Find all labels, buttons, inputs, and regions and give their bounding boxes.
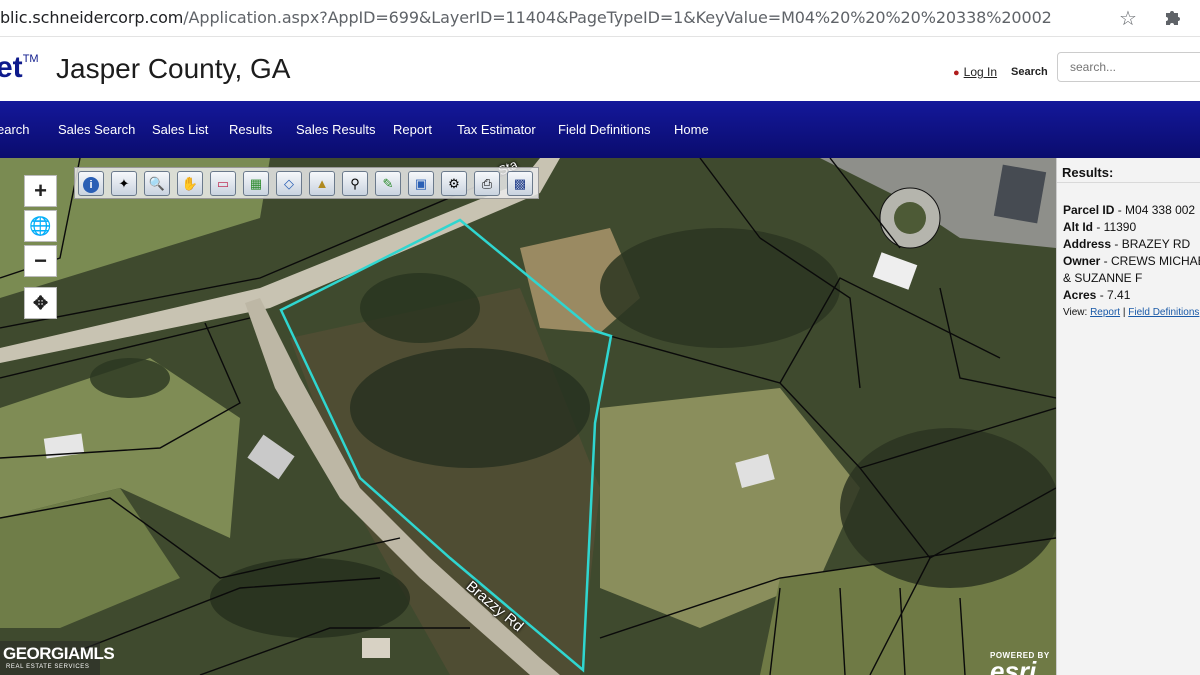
login-link[interactable]: ● Log In [953,65,997,79]
zoom-in-tool-icon[interactable]: 🔍 [144,171,170,196]
georgia-mls-watermark: GEORGIAMLS REAL ESTATE SERVICES [0,641,115,675]
globe-icon[interactable]: 🌐 [24,210,57,242]
acres-row: Acres - 7.41 [1063,288,1131,302]
find-icon[interactable]: ⚲ [342,171,368,196]
map-toolbar: i ✦ 🔍 ✋ ▭ ▦ ◇ ▲ ⚲ ✎ ▣ ⚙ ⎙ ▩ [74,167,539,199]
nav-report[interactable]: Report [393,122,432,137]
crosshair-icon[interactable]: ✥ [24,287,57,319]
eraser-icon[interactable]: ▭ [210,171,236,196]
nav-home[interactable]: Home [674,122,709,137]
buffer-icon[interactable]: ▲ [309,171,335,196]
results-heading: Results: [1062,165,1114,180]
parcel-details: Parcel ID - M04 338 002 Alt Id - 11390 A… [1063,202,1200,321]
alt-id-row: Alt Id - 11390 [1063,220,1137,234]
divider [1057,182,1200,183]
user-icon: ● [953,67,960,79]
site-logo[interactable]: etTM [0,51,39,85]
layers-icon[interactable]: ◇ [276,171,302,196]
view-links: View: Report | Field Definitions [1063,307,1200,318]
aerial-imagery[interactable] [0,158,1056,675]
select-icon[interactable]: ✦ [111,171,137,196]
url-path: /Application.aspx?AppID=699&LayerID=1140… [183,8,1052,27]
field-definitions-link[interactable]: Field Definitions [1128,307,1199,318]
measure-icon[interactable]: ⚙ [441,171,467,196]
nav-tax-estimator[interactable]: Tax Estimator [457,122,536,137]
page-title: Jasper County, GA [56,53,291,84]
nav-field-definitions[interactable]: Field Definitions [558,122,651,137]
draw-pencil-icon[interactable]: ✎ [375,171,401,196]
site-header: etTM Jasper County, GA ● Log In Search [0,37,1200,101]
map-viewer[interactable]: Brazzy Rd Sta + 🌐 − ✥ i ✦ 🔍 ✋ ▭ ▦ ◇ ▲ ⚲ … [0,158,1056,675]
address-row: Address - BRAZEY RD [1063,237,1191,251]
parcel-id-row: Parcel ID - M04 338 002 [1063,203,1196,217]
browser-address-bar[interactable]: blic.schneidercorp.com/Application.aspx?… [0,0,1200,37]
zoom-in-button[interactable]: + [24,175,57,207]
report-link[interactable]: Report [1090,307,1120,318]
nav-sales-results[interactable]: Sales Results [296,122,375,137]
zoom-out-button[interactable]: − [24,245,57,277]
nav-results[interactable]: Results [229,122,272,137]
main-nav: earch Sales Search Sales List Results Sa… [0,101,1200,158]
nav-sales-search[interactable]: Sales Search [58,122,135,137]
save-icon[interactable]: ▩ [507,171,533,196]
select-area-icon[interactable]: ▦ [243,171,269,196]
owner-row: Owner - CREWS MICHAEL [1063,254,1200,268]
info-icon[interactable]: i [78,171,104,196]
esri-logo: POWERED BY esri [990,651,1050,675]
search-input[interactable] [1057,52,1200,82]
identify-icon[interactable]: ▣ [408,171,434,196]
puzzle-icon[interactable] [1163,7,1183,27]
results-panel: Results: Parcel ID - M04 338 002 Alt Id … [1056,158,1200,675]
url-text[interactable]: blic.schneidercorp.com/Application.aspx?… [0,8,1052,27]
pan-hand-icon[interactable]: ✋ [177,171,203,196]
nav-sales-list[interactable]: Sales List [152,122,208,137]
print-icon[interactable]: ⎙ [474,171,500,196]
nav-search[interactable]: earch [0,122,30,137]
star-icon[interactable]: ☆ [1119,6,1137,31]
owner-row-cont: & SUZANNE F [1063,271,1143,285]
url-host: blic.schneidercorp.com [0,8,184,27]
search-label: Search [1011,66,1048,78]
